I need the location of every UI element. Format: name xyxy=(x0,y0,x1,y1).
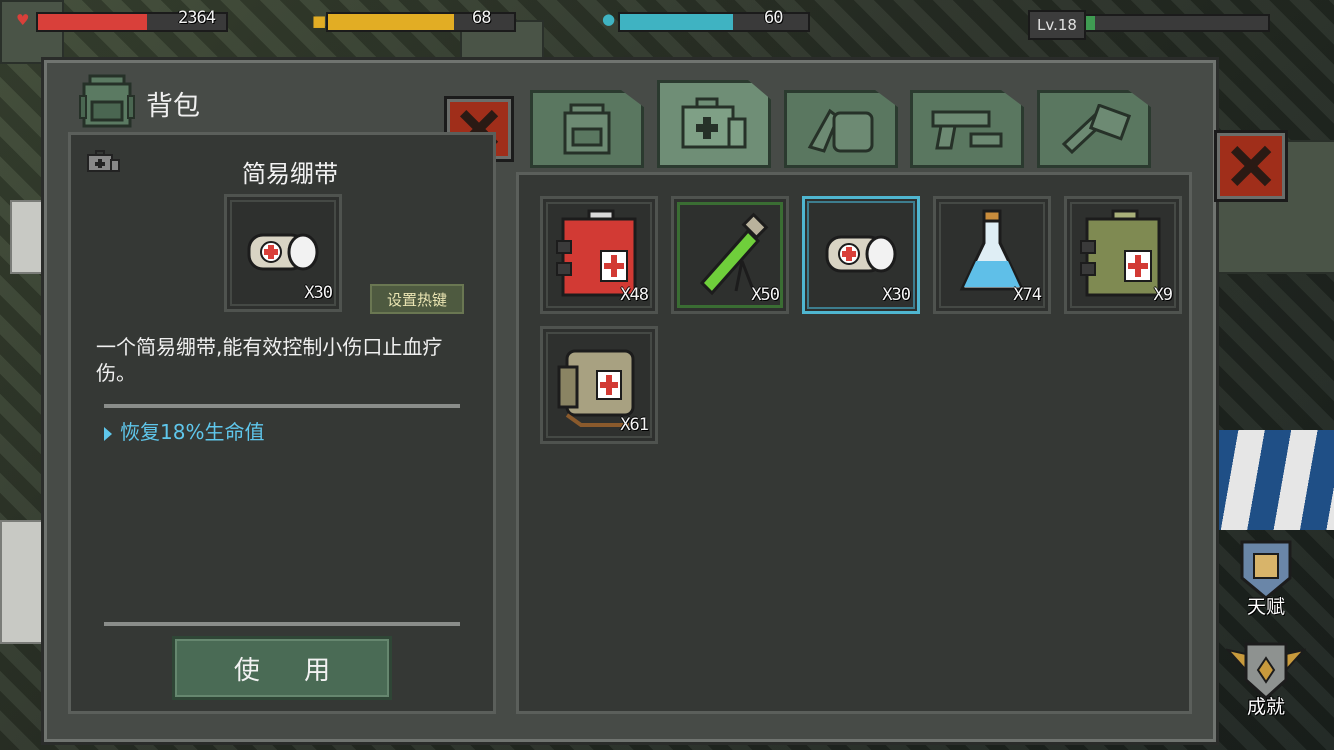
talent-button[interactable]: 天赋 xyxy=(1226,538,1306,619)
tab-medical[interactable] xyxy=(657,80,771,168)
inventory-slot[interactable]: X48 xyxy=(540,196,658,314)
selected-item-slot: X30 xyxy=(224,194,342,312)
xp-bar xyxy=(1084,14,1270,32)
tab-weapons[interactable] xyxy=(910,90,1024,168)
item-count: X61 xyxy=(620,415,649,435)
achievement-button[interactable]: 成就 xyxy=(1225,640,1307,719)
selected-item-count: X30 xyxy=(304,283,333,303)
item-effect-text: 恢复18%生命值 xyxy=(120,420,265,444)
medkit-icon xyxy=(681,97,747,149)
heart-icon: ♥ xyxy=(16,11,30,29)
divider xyxy=(104,404,460,408)
item-count: X9 xyxy=(1153,285,1174,305)
item-count: X48 xyxy=(620,285,649,305)
arrow-right-icon xyxy=(104,426,112,441)
divider xyxy=(104,622,460,626)
inventory-slot[interactable]: X50 xyxy=(671,196,789,314)
close-button[interactable] xyxy=(1214,130,1288,202)
level-badge: Lv.18 xyxy=(1028,10,1086,40)
food-icon xyxy=(807,108,874,153)
tab-tools[interactable] xyxy=(1037,90,1151,168)
backpack-icon xyxy=(563,103,611,155)
item-count: X50 xyxy=(751,285,780,305)
food-value: 68 xyxy=(472,8,492,28)
item-count: X30 xyxy=(882,285,911,305)
item-name: 简易绷带 xyxy=(242,160,338,188)
use-button[interactable]: 使 用 xyxy=(172,636,392,700)
water-value: 60 xyxy=(764,8,784,28)
window-title: 背包 xyxy=(146,91,200,122)
item-count: X74 xyxy=(1013,285,1042,305)
backpack-icon xyxy=(79,74,135,128)
inventory-slot[interactable]: X74 xyxy=(933,196,1051,314)
inventory-slot[interactable]: X9 xyxy=(1064,196,1182,314)
tab-backpack[interactable] xyxy=(530,90,644,168)
item-effect: 恢复18%生命值 xyxy=(104,416,264,445)
wrench-icon xyxy=(1061,104,1132,154)
pistol-icon xyxy=(931,110,1003,150)
medkit-category-icon xyxy=(87,150,120,172)
set-hotkey-button[interactable]: 设置热键 xyxy=(370,284,464,314)
tab-food[interactable] xyxy=(784,90,898,168)
item-description: 一个简易绷带,能有效控制小伤口止血疗伤。 xyxy=(96,335,443,385)
inventory-slot-selected[interactable]: X30 xyxy=(802,196,920,314)
water-drop-icon: ● xyxy=(602,10,616,28)
health-value: 2364 xyxy=(178,8,216,28)
burger-icon: ■ xyxy=(312,12,327,30)
inventory-slot[interactable]: X61 xyxy=(540,326,658,444)
